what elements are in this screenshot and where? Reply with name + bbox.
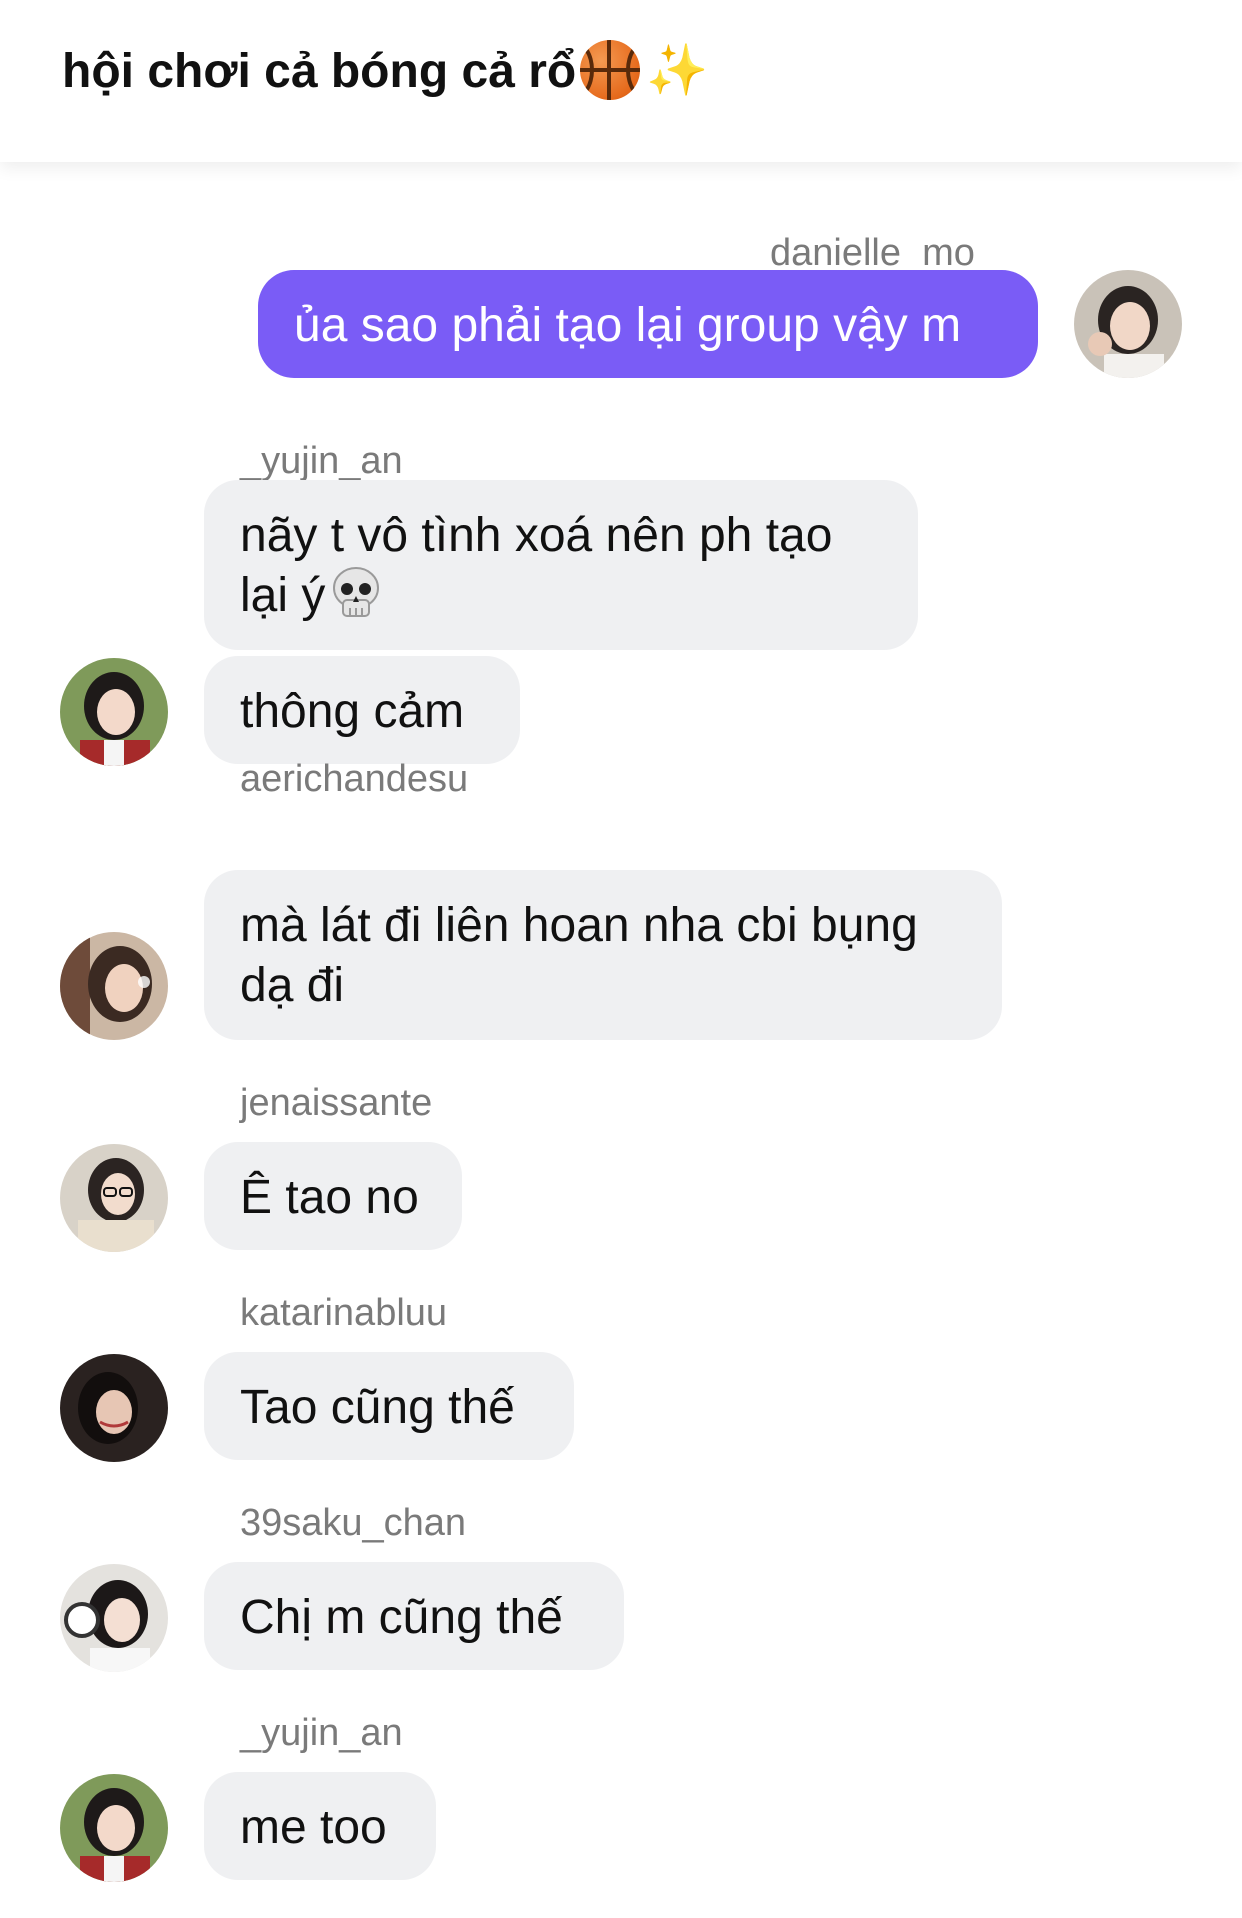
avatar[interactable] (60, 1564, 168, 1672)
avatar[interactable] (60, 932, 168, 1040)
basketball-icon (580, 40, 641, 101)
incoming-message-bubble[interactable]: Chị m cũng thế (204, 1562, 624, 1670)
sender-name: 39saku_chan (240, 1502, 467, 1544)
avatar[interactable] (60, 658, 168, 766)
outgoing-message-bubble[interactable]: ủa sao phải tạo lại group vậy m (258, 270, 1038, 378)
incoming-message-bubble[interactable]: Tao cũng thế (204, 1352, 574, 1460)
message-text: Ê tao no (240, 1171, 419, 1224)
message-text: Chị m cũng thế (240, 1591, 563, 1644)
avatar[interactable] (60, 1774, 168, 1882)
message-text: mà lát đi liên hoan nha cbi bụng dạ đi (240, 899, 918, 1012)
avatar[interactable] (60, 1354, 168, 1462)
sender-name: aerichandesu (240, 758, 469, 800)
skull-icon (331, 566, 381, 622)
message-text: ủa sao phải tạo lại group vậy m (294, 299, 962, 352)
message-text: Tao cũng thế (240, 1381, 515, 1434)
incoming-message-bubble[interactable]: nãy t vô tình xoá nên ph tạo lại ý (204, 480, 918, 650)
sender-name: _yujin_an (240, 1712, 403, 1754)
avatar[interactable] (1074, 270, 1182, 378)
sender-name: katarinabluu (240, 1292, 448, 1334)
sender-name: _yujin_an (240, 440, 403, 482)
message-text: me too (240, 1801, 387, 1854)
message-list[interactable]: danielle_mo ủa sao phải tạo lại group vậ… (0, 162, 1242, 1918)
sender-name: danielle_mo (770, 232, 975, 274)
group-title-text: hội chơi cả bóng cả rổ (62, 45, 577, 98)
incoming-message-bubble[interactable]: me too (204, 1772, 436, 1880)
group-title[interactable]: hội chơi cả bóng cả rổ ✨ (62, 40, 709, 104)
message-text: thông cảm (240, 685, 465, 738)
incoming-message-bubble[interactable]: mà lát đi liên hoan nha cbi bụng dạ đi (204, 870, 1002, 1040)
sparkles-icon: ✨ (646, 41, 709, 98)
message-text: nãy t vô tình xoá nên ph tạo lại ý (240, 509, 833, 622)
sender-name: jenaissante (240, 1082, 433, 1124)
incoming-message-bubble[interactable]: Ê tao no (204, 1142, 462, 1250)
chat-header: hội chơi cả bóng cả rổ ✨ (0, 0, 1242, 162)
incoming-message-bubble[interactable]: thông cảm (204, 656, 520, 764)
avatar[interactable] (60, 1144, 168, 1252)
